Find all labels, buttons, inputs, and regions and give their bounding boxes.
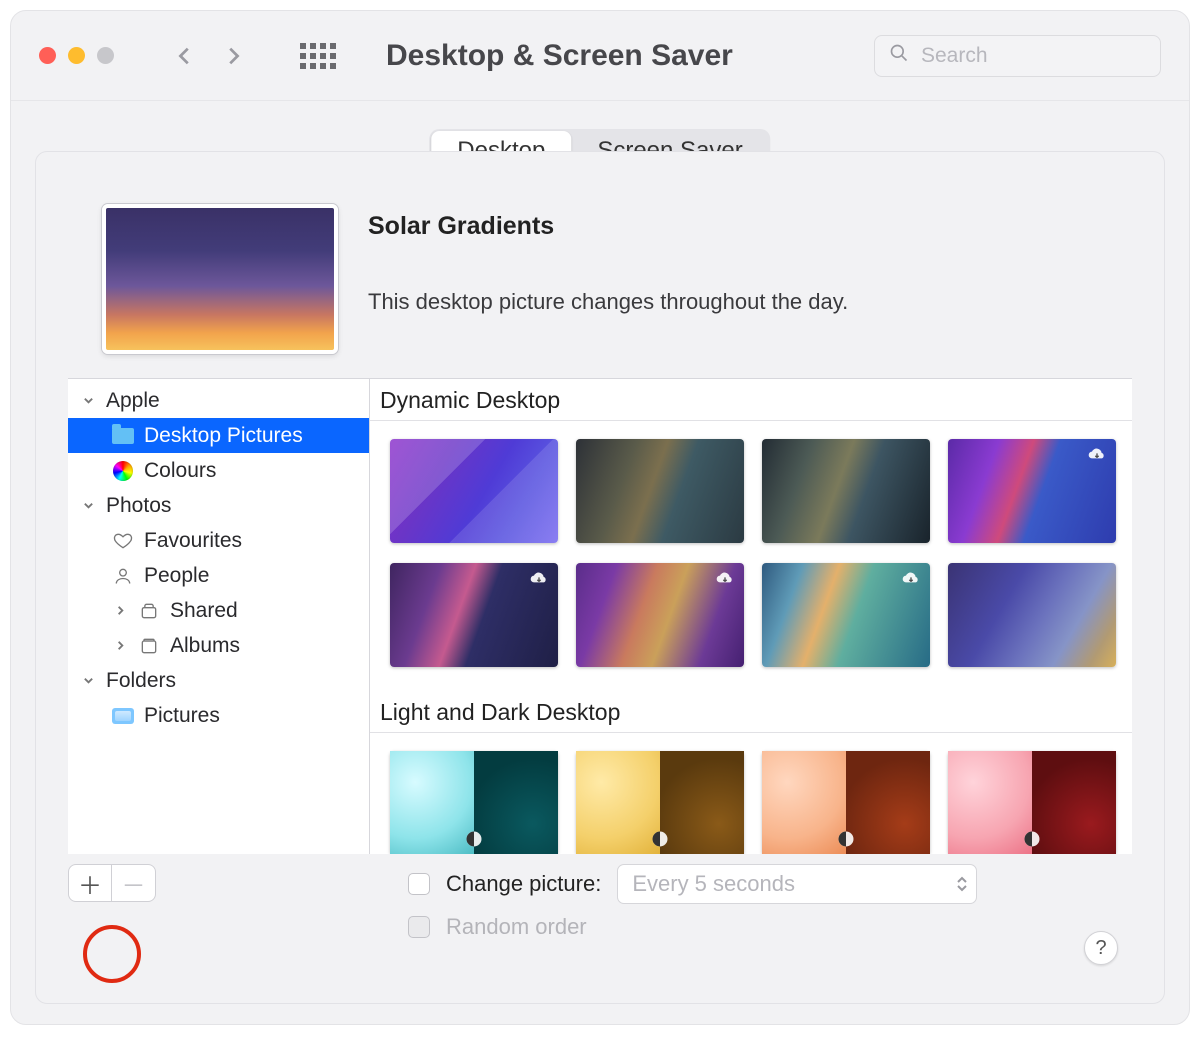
sidebar-item-label: People bbox=[144, 564, 209, 588]
wallpaper-caption: This desktop picture changes throughout … bbox=[368, 289, 848, 315]
sidebar-item-pictures-folder[interactable]: Pictures bbox=[68, 698, 369, 733]
wallpaper-thumb[interactable] bbox=[576, 563, 744, 667]
random-order-label: Random order bbox=[446, 914, 587, 940]
change-picture-checkbox[interactable] bbox=[408, 873, 430, 895]
sidebar-section-folders[interactable]: Folders bbox=[68, 663, 369, 698]
forward-button[interactable] bbox=[222, 45, 244, 67]
wallpaper-thumb[interactable] bbox=[576, 439, 744, 543]
sidebar-item-favourites[interactable]: Favourites bbox=[68, 523, 369, 558]
sidebar-section-label: Photos bbox=[106, 494, 171, 518]
wallpaper-thumb[interactable] bbox=[576, 751, 744, 854]
sidebar-item-label: Shared bbox=[170, 599, 238, 623]
download-cloud-icon bbox=[526, 569, 552, 589]
source-sidebar: Apple Desktop Pictures Colours Photos bbox=[68, 379, 370, 854]
minimize-window[interactable] bbox=[68, 47, 85, 64]
albums-icon bbox=[138, 635, 160, 657]
wallpaper-thumb[interactable] bbox=[948, 563, 1116, 667]
chevron-right-icon bbox=[112, 605, 128, 616]
sidebar-item-people[interactable]: People bbox=[68, 558, 369, 593]
wallpaper-thumb[interactable] bbox=[948, 751, 1116, 854]
remove-folder-button[interactable]: － bbox=[112, 864, 156, 902]
stepper-icon bbox=[956, 876, 968, 892]
wallpaper-thumb[interactable] bbox=[948, 439, 1116, 543]
wallpaper-thumb[interactable] bbox=[762, 563, 930, 667]
person-icon bbox=[112, 565, 134, 587]
chevron-down-icon bbox=[80, 500, 96, 511]
sidebar-section-apple[interactable]: Apple bbox=[68, 383, 369, 418]
download-cloud-icon bbox=[898, 569, 924, 589]
nav-buttons bbox=[174, 45, 244, 67]
close-window[interactable] bbox=[39, 47, 56, 64]
download-cloud-icon bbox=[1084, 445, 1110, 465]
chevron-down-icon bbox=[80, 675, 96, 686]
sidebar-section-photos[interactable]: Photos bbox=[68, 488, 369, 523]
wallpaper-thumb[interactable] bbox=[390, 439, 558, 543]
sidebar-item-label: Pictures bbox=[144, 704, 220, 728]
sidebar-item-albums[interactable]: Albums bbox=[68, 628, 369, 663]
toolbar: Desktop & Screen Saver bbox=[11, 11, 1189, 101]
sidebar-item-label: Desktop Pictures bbox=[144, 424, 303, 448]
heart-icon bbox=[112, 530, 134, 552]
dynamic-icon bbox=[650, 829, 670, 849]
back-button[interactable] bbox=[174, 45, 196, 67]
change-interval-select[interactable]: Every 5 seconds bbox=[617, 864, 977, 904]
sidebar-item-label: Favourites bbox=[144, 529, 242, 553]
wallpaper-thumb[interactable] bbox=[762, 751, 930, 854]
chevron-right-icon bbox=[112, 640, 128, 651]
zoom-window[interactable] bbox=[97, 47, 114, 64]
current-wallpaper-preview bbox=[102, 204, 338, 354]
wallpaper-thumb[interactable] bbox=[762, 439, 930, 543]
sidebar-item-label: Albums bbox=[170, 634, 240, 658]
add-folder-button[interactable]: ＋ bbox=[68, 864, 112, 902]
search-field[interactable] bbox=[874, 35, 1161, 77]
chevron-down-icon bbox=[80, 395, 96, 406]
colour-wheel-icon bbox=[112, 460, 134, 482]
search-icon bbox=[889, 43, 909, 69]
wallpaper-name: Solar Gradients bbox=[368, 212, 848, 241]
window-controls bbox=[39, 47, 114, 64]
download-cloud-icon bbox=[712, 569, 738, 589]
sidebar-item-desktop-pictures[interactable]: Desktop Pictures bbox=[68, 418, 369, 453]
show-all-prefs-icon[interactable] bbox=[300, 43, 336, 69]
shared-icon bbox=[138, 600, 160, 622]
sidebar-item-colours[interactable]: Colours bbox=[68, 453, 369, 488]
gallery-section-dynamic: Dynamic Desktop bbox=[370, 379, 1132, 421]
pictures-folder-icon bbox=[112, 705, 134, 727]
help-button[interactable]: ? bbox=[1084, 931, 1118, 965]
sidebar-item-shared[interactable]: Shared bbox=[68, 593, 369, 628]
sidebar-section-label: Folders bbox=[106, 669, 176, 693]
sidebar-item-label: Colours bbox=[144, 459, 216, 483]
window-title: Desktop & Screen Saver bbox=[386, 39, 733, 73]
change-picture-label: Change picture: bbox=[446, 871, 601, 897]
folder-icon bbox=[112, 425, 134, 447]
select-value: Every 5 seconds bbox=[632, 871, 795, 897]
random-order-checkbox bbox=[408, 916, 430, 938]
gallery-section-lightdark: Light and Dark Desktop bbox=[370, 691, 1132, 733]
search-input[interactable] bbox=[919, 43, 1146, 69]
prefs-window: Desktop & Screen Saver Desktop Screen Sa… bbox=[10, 10, 1190, 1025]
dynamic-icon bbox=[464, 829, 484, 849]
wallpaper-gallery: Dynamic Desktop bbox=[370, 379, 1132, 854]
wallpaper-thumb[interactable] bbox=[390, 563, 558, 667]
content: Desktop Screen Saver Solar Gradients Thi… bbox=[11, 101, 1189, 1024]
dynamic-icon bbox=[1022, 829, 1042, 849]
dynamic-icon bbox=[836, 829, 856, 849]
sidebar-section-label: Apple bbox=[106, 389, 160, 413]
wallpaper-thumb[interactable] bbox=[390, 751, 558, 854]
desktop-panel: Solar Gradients This desktop picture cha… bbox=[35, 151, 1165, 1004]
